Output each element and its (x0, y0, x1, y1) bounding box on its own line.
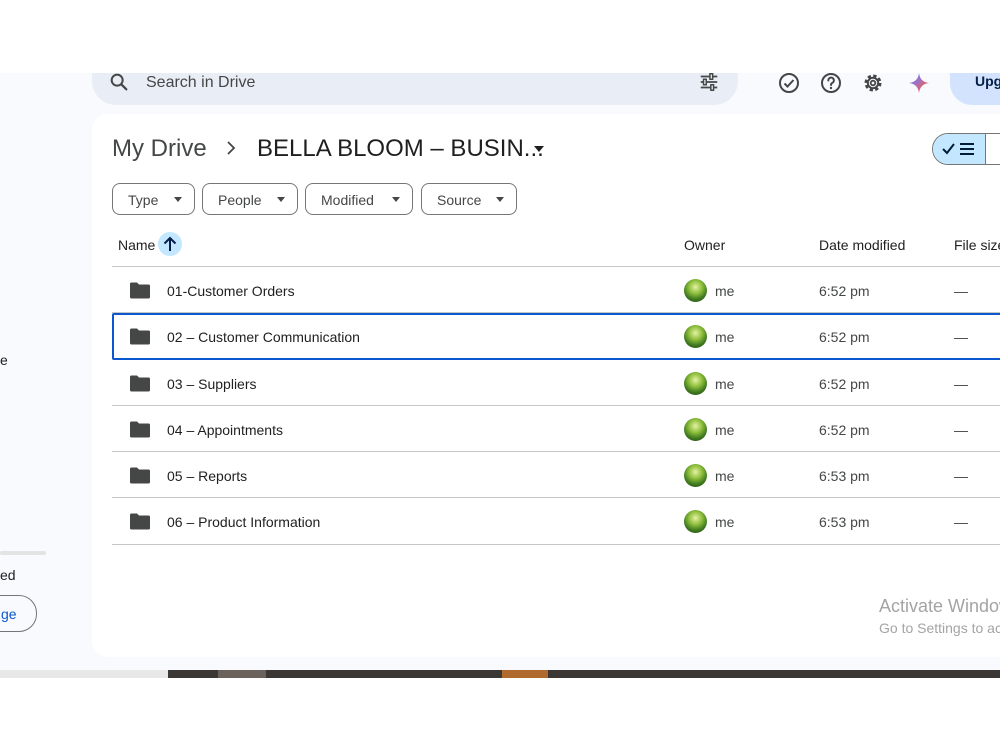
search-bar[interactable]: Search in Drive (92, 73, 738, 105)
avatar (684, 371, 707, 395)
date-modified: 6:52 pm (819, 329, 870, 346)
search-input[interactable]: Search in Drive (146, 74, 255, 92)
search-icon[interactable] (108, 73, 130, 93)
owner: me (715, 375, 735, 392)
file-size: — (954, 375, 968, 392)
file-name[interactable]: 01-Customer Orders (167, 283, 295, 299)
file-size: — (954, 514, 968, 531)
upgrade-button[interactable]: Upg (950, 73, 1000, 105)
date-modified: 6:53 pm (819, 468, 870, 485)
view-toggle[interactable] (932, 133, 1000, 165)
file-name[interactable]: 04 – Appointments (167, 422, 283, 438)
caret-down-icon[interactable] (532, 144, 546, 154)
folder-icon (130, 421, 150, 438)
column-header-owner[interactable]: Owner (684, 237, 725, 253)
chip-label: Source (437, 192, 482, 208)
search-options-icon[interactable] (698, 73, 720, 93)
table-header: Name Owner Date modified File size (112, 224, 1000, 267)
filter-source-chip[interactable]: Source (421, 183, 517, 215)
main-content: My Drive BELLA BLOOM – BUSIN... Type Peo… (92, 114, 1000, 657)
arrow-up-icon (163, 236, 177, 251)
avatar (684, 464, 707, 488)
storage-used-text: ed (0, 567, 16, 583)
taskbar-search-area[interactable] (0, 670, 168, 678)
table-row[interactable]: 01-Customer Orders me 6:52 pm — (112, 267, 1000, 314)
avatar (684, 279, 707, 302)
file-size: — (954, 329, 968, 346)
file-name[interactable]: 06 – Product Information (167, 514, 320, 530)
settings-gear-icon[interactable] (861, 73, 885, 95)
file-size: — (954, 468, 968, 485)
owner: me (715, 283, 735, 299)
caret-down-icon (392, 197, 400, 202)
sort-ascending-button[interactable] (158, 232, 182, 256)
avatar (684, 417, 707, 441)
gemini-sparkle-icon[interactable] (907, 73, 931, 95)
filter-type-chip[interactable]: Type (112, 183, 195, 215)
date-modified: 6:53 pm (819, 514, 870, 531)
table-row[interactable]: 06 – Product Information me 6:53 pm — (112, 498, 1000, 545)
date-modified: 6:52 pm (819, 283, 870, 299)
breadcrumb-my-drive[interactable]: My Drive (112, 135, 207, 163)
owner: me (715, 329, 735, 346)
sidebar-item-label[interactable]: e (0, 352, 8, 368)
avatar (684, 325, 707, 349)
filter-modified-chip[interactable]: Modified (305, 183, 413, 215)
owner: me (715, 514, 735, 531)
column-header-name[interactable]: Name (118, 237, 155, 253)
list-view-button[interactable] (933, 134, 986, 164)
taskbar-app-button[interactable] (502, 670, 548, 678)
chip-label: People (218, 192, 262, 208)
table-row[interactable]: 05 – Reports me 6:53 pm — (112, 452, 1000, 499)
owner: me (715, 468, 735, 485)
folder-icon (130, 375, 150, 392)
check-list-icon (942, 143, 974, 155)
table-row-selected[interactable]: 02 – Customer Communication me 6:52 pm — (112, 313, 1000, 360)
avatar (684, 510, 707, 534)
owner: me (715, 421, 735, 438)
column-header-file-size[interactable]: File size (954, 237, 1000, 253)
drive-app: Search in Drive Upg e ed ge My Drive BEL… (0, 73, 1000, 670)
table-rows: 01-Customer Orders me 6:52 pm — 02 – Cus… (112, 267, 1000, 545)
file-name[interactable]: 02 – Customer Communication (167, 329, 360, 345)
chevron-right-icon (227, 141, 236, 155)
offline-ready-icon[interactable] (777, 73, 801, 95)
help-icon[interactable] (819, 73, 843, 95)
file-size: — (954, 283, 968, 299)
date-modified: 6:52 pm (819, 375, 870, 392)
date-modified: 6:52 pm (819, 421, 870, 438)
table-row[interactable]: 04 – Appointments me 6:52 pm — (112, 406, 1000, 453)
chip-label: Modified (321, 192, 374, 208)
viewport: Search in Drive Upg e ed ge My Drive BEL… (0, 0, 1000, 750)
caret-down-icon (496, 197, 504, 202)
storage-bar (0, 551, 46, 555)
folder-icon (130, 328, 150, 345)
breadcrumb-current-folder[interactable]: BELLA BLOOM – BUSIN... (257, 135, 544, 163)
filter-people-chip[interactable]: People (202, 183, 298, 215)
table-row[interactable]: 03 – Suppliers me 6:52 pm — (112, 360, 1000, 406)
folder-icon (130, 282, 150, 299)
file-size: — (954, 421, 968, 438)
folder-icon (130, 467, 150, 484)
taskbar-app-button[interactable] (218, 670, 266, 678)
caret-down-icon (277, 197, 285, 202)
chip-label: Type (128, 192, 159, 208)
get-storage-button[interactable]: ge (0, 595, 37, 632)
activate-windows-title: Activate Windows (879, 596, 1000, 616)
activate-windows-subtitle: Go to Settings to activate Windows. (879, 620, 1000, 636)
caret-down-icon (174, 197, 182, 202)
file-name[interactable]: 05 – Reports (167, 468, 247, 484)
column-header-date-modified[interactable]: Date modified (819, 237, 905, 253)
taskbar (0, 670, 1000, 678)
file-name[interactable]: 03 – Suppliers (167, 376, 257, 392)
folder-icon (130, 513, 150, 530)
